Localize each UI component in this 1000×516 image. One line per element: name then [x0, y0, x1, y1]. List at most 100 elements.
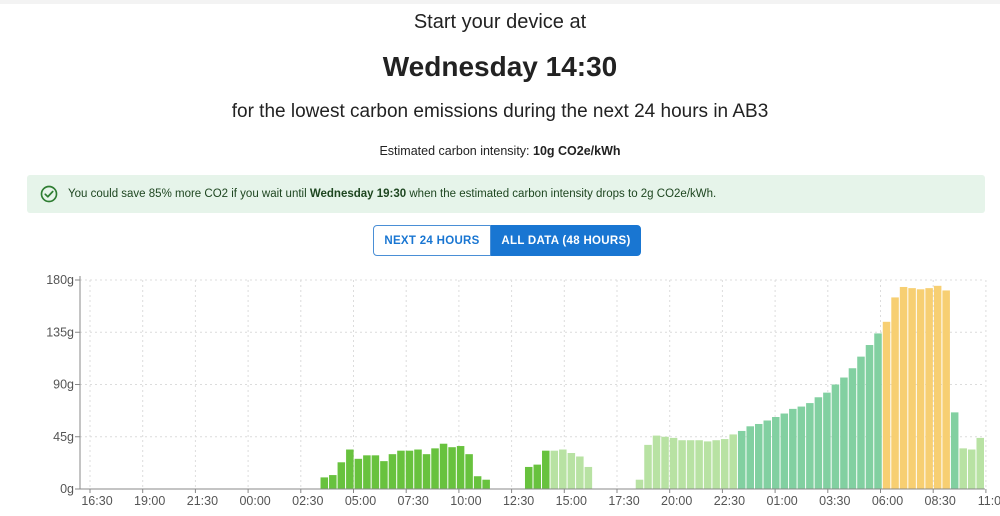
- chart-bar[interactable]: [823, 392, 831, 489]
- chart-bar[interactable]: [678, 440, 686, 489]
- y-tick-label: 135g: [46, 325, 74, 339]
- chart-bar[interactable]: [712, 440, 720, 489]
- chart-bar[interactable]: [669, 437, 678, 489]
- chart-bar[interactable]: [772, 417, 780, 489]
- chart-bar[interactable]: [380, 461, 388, 489]
- chart-bar[interactable]: [533, 464, 542, 489]
- x-tick-label: 19:00: [134, 494, 165, 508]
- carbon-intensity-chart: 0g 45g 90g 135g 180g 16:30 19:00 21:30 00:00 02:3…: [46, 273, 1000, 508]
- chart-bar[interactable]: [865, 345, 874, 489]
- all-data-button[interactable]: ALL DATA (48 HOURS): [491, 225, 641, 256]
- chart-bar[interactable]: [942, 290, 950, 489]
- chart-bar[interactable]: [524, 466, 533, 489]
- chart-bar[interactable]: [346, 449, 354, 489]
- chart-bar[interactable]: [686, 440, 695, 489]
- x-tick-label: 05:00: [345, 494, 376, 508]
- chart-bar[interactable]: [482, 479, 490, 489]
- y-tick-label: 45g: [53, 430, 74, 444]
- chart-bar[interactable]: [695, 440, 703, 489]
- chart-bar[interactable]: [405, 450, 414, 489]
- range-toggle: NEXT 24 HOURS ALL DATA (48 HOURS): [373, 225, 641, 256]
- recommended-start-time: Wednesday 14:30: [382, 51, 618, 82]
- subtitle: Start your device at: [413, 11, 587, 33]
- y-tick-label: 0g: [60, 482, 74, 496]
- chart-bar[interactable]: [933, 285, 942, 489]
- chart-bar[interactable]: [908, 288, 916, 489]
- chart-bar[interactable]: [797, 406, 806, 489]
- chart-bar[interactable]: [422, 454, 431, 489]
- chart-bar[interactable]: [882, 321, 891, 489]
- chart-bar[interactable]: [550, 450, 559, 489]
- x-tick-label: 22:30: [714, 494, 745, 508]
- x-tick-label: 11:00: [978, 494, 1000, 508]
- x-tick-label: 02:30: [292, 494, 323, 508]
- chart-bar[interactable]: [439, 443, 448, 489]
- chart-bar[interactable]: [320, 477, 329, 489]
- check-circle-icon: [40, 185, 58, 203]
- x-tick-label: 12:30: [503, 494, 534, 508]
- chart-bar[interactable]: [371, 455, 380, 489]
- chart-bar[interactable]: [806, 403, 814, 489]
- chart-bar[interactable]: [576, 456, 584, 489]
- chart-bar[interactable]: [831, 384, 840, 490]
- x-tick-label: 07:30: [398, 494, 429, 508]
- chart-bar[interactable]: [456, 446, 465, 489]
- chart-bar[interactable]: [465, 454, 473, 489]
- chart-bar[interactable]: [720, 439, 729, 489]
- chart-bar[interactable]: [891, 297, 899, 489]
- alert-text-after: when the estimated carbon intensity drop…: [409, 188, 717, 200]
- chart-bar[interactable]: [652, 435, 661, 489]
- chart-bar[interactable]: [959, 448, 967, 489]
- chart-bar[interactable]: [397, 450, 405, 489]
- intensity-label: Estimated carbon intensity:: [379, 144, 530, 158]
- chart-bar[interactable]: [363, 455, 371, 489]
- chart-bar[interactable]: [746, 426, 754, 489]
- chart-bar[interactable]: [431, 448, 439, 489]
- chart-bar[interactable]: [899, 286, 908, 489]
- chart-bar[interactable]: [635, 479, 644, 489]
- next-24-hours-button[interactable]: NEXT 24 HOURS: [373, 225, 491, 256]
- chart-bar[interactable]: [644, 444, 652, 489]
- tagline: for the lowest carbon emissions during t…: [231, 101, 769, 122]
- chart-bar[interactable]: [950, 412, 959, 489]
- chart-bar[interactable]: [789, 408, 797, 489]
- chart-bars: [320, 285, 984, 490]
- chart-bar[interactable]: [542, 450, 550, 489]
- chart-bar[interactable]: [567, 453, 576, 489]
- chart-bar[interactable]: [584, 466, 593, 489]
- x-tick-label: 03:30: [819, 494, 850, 508]
- chart-bar[interactable]: [559, 449, 567, 489]
- x-tick-label: 01:00: [766, 494, 797, 508]
- savings-alert: You could save 85% more CO2 if you wait …: [27, 175, 985, 213]
- chart-bar[interactable]: [754, 423, 763, 489]
- estimated-intensity: Estimated carbon intensity: 10g CO2e/kWh: [0, 144, 1000, 158]
- x-tick-label: 20:00: [661, 494, 692, 508]
- y-tick-label: 90g: [53, 378, 74, 392]
- chart-bar[interactable]: [874, 333, 882, 489]
- alert-bold-time: Wednesday 19:30: [309, 188, 407, 200]
- chart-bar[interactable]: [814, 397, 823, 489]
- chart-bar[interactable]: [976, 437, 984, 489]
- chart-bar[interactable]: [729, 434, 737, 489]
- chart-bar[interactable]: [857, 356, 865, 489]
- x-tick-label: 17:30: [608, 494, 639, 508]
- chart-bar[interactable]: [967, 449, 976, 489]
- chart-bar[interactable]: [448, 447, 456, 489]
- chart-bar[interactable]: [337, 462, 346, 489]
- chart-bar[interactable]: [388, 454, 397, 489]
- chart-bar[interactable]: [925, 288, 933, 489]
- chart-bar[interactable]: [780, 413, 789, 489]
- chart-bar[interactable]: [737, 430, 746, 489]
- chart-bar[interactable]: [763, 420, 772, 489]
- chart-bar[interactable]: [703, 441, 712, 489]
- chart-bar[interactable]: [661, 436, 669, 489]
- chart-bar[interactable]: [354, 458, 363, 489]
- chart-bar[interactable]: [916, 289, 925, 489]
- chart-bar[interactable]: [848, 368, 857, 489]
- chart-bar[interactable]: [840, 377, 848, 489]
- x-tick-label: 00:00: [239, 494, 270, 508]
- chart-bar[interactable]: [473, 476, 482, 489]
- chart-bar[interactable]: [329, 475, 337, 489]
- chart-bar[interactable]: [414, 449, 422, 489]
- x-tick-label: 10:00: [450, 494, 481, 508]
